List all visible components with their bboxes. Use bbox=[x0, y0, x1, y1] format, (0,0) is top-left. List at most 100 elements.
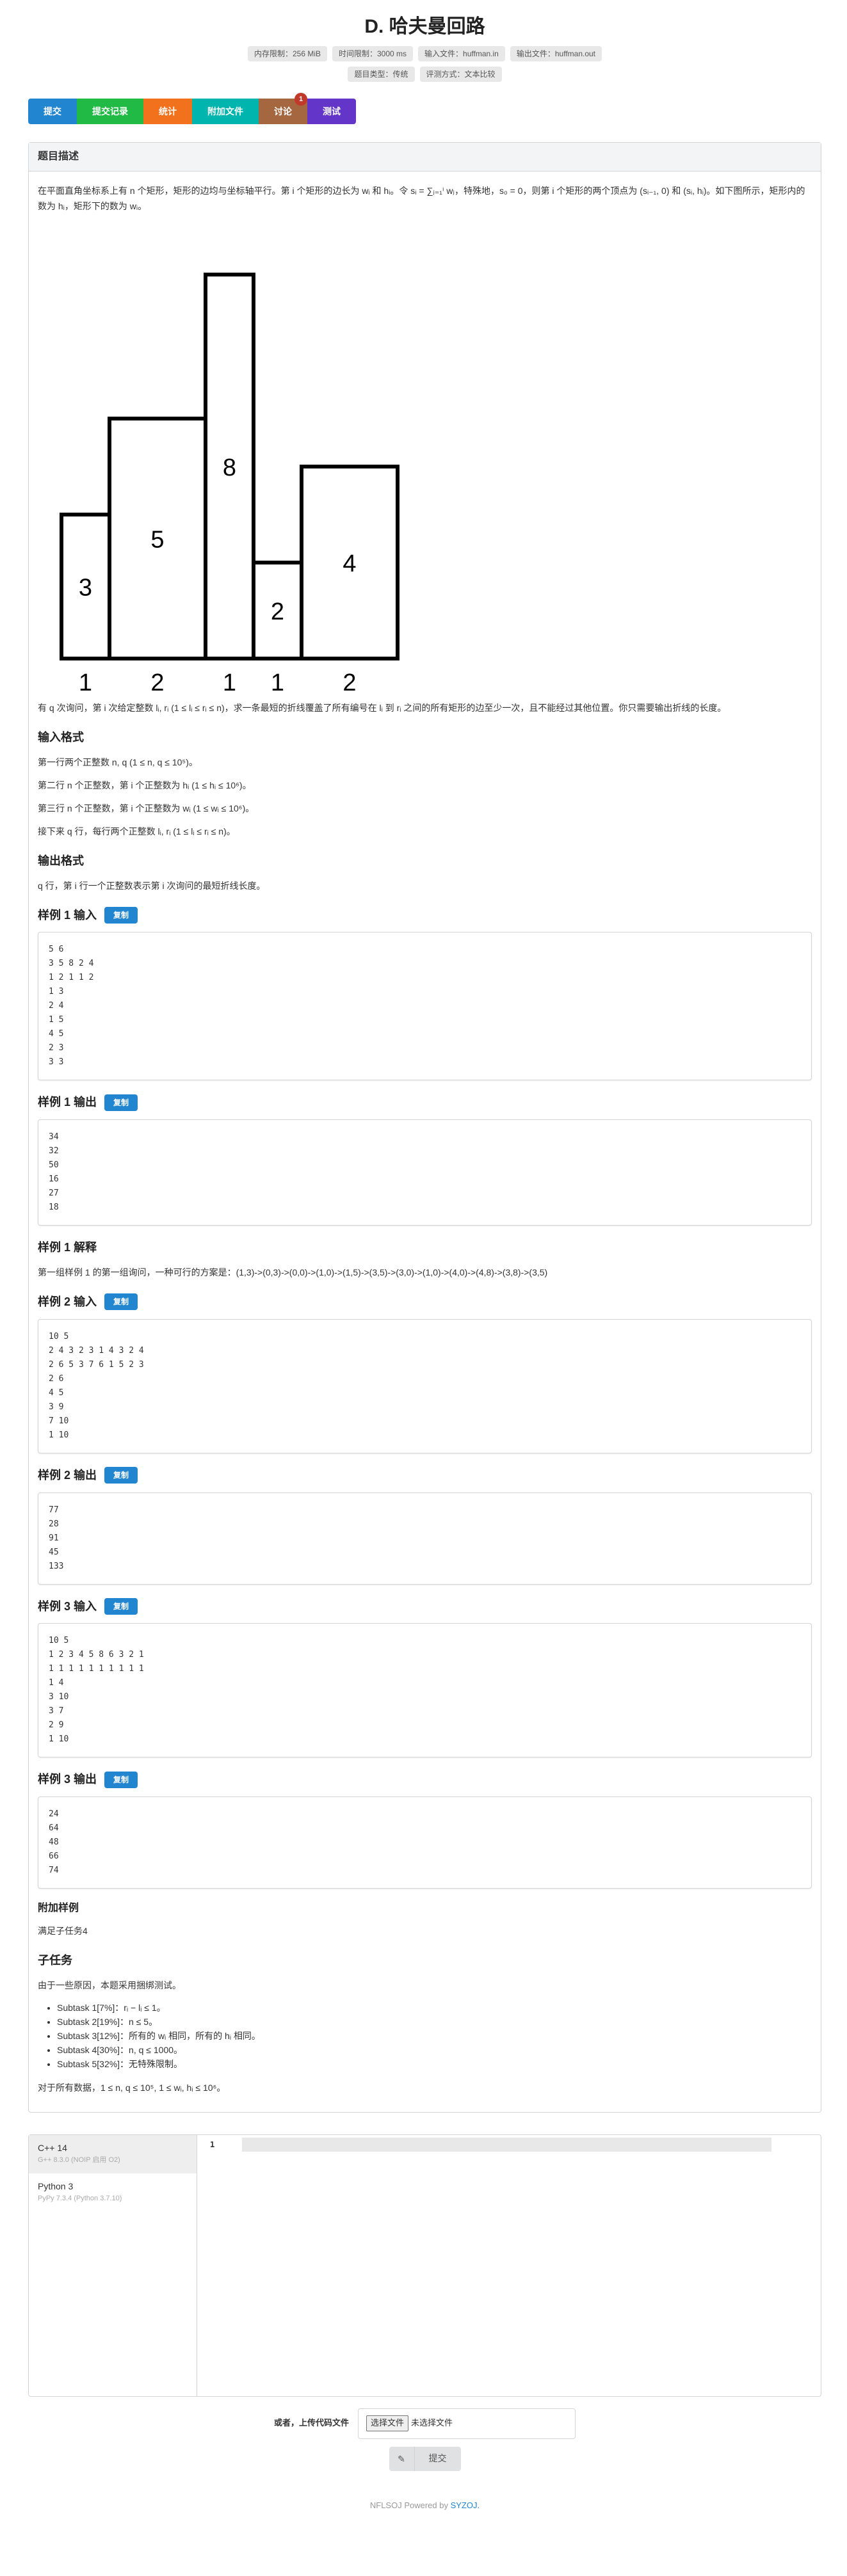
page: D. 哈夫曼回路 内存限制：256 MiB 时间限制：3000 ms 输入文件：hu… bbox=[28, 14, 821, 2512]
sample-1-output-title: 样例 1 输出 bbox=[38, 1096, 97, 1109]
submissions-button[interactable]: 提交记录 bbox=[77, 99, 143, 124]
sample-3-output-title: 样例 3 输出 bbox=[38, 1773, 97, 1786]
choose-file-button[interactable]: 选择文件 bbox=[366, 2415, 409, 2431]
input-line-4: 接下来 q 行，每行两个正整数 lᵢ, rᵢ (1 ≤ lᵢ ≤ rᵢ ≤ n)… bbox=[38, 826, 236, 836]
rectangles-svg: 3 1 5 2 8 1 2 1 4 2 bbox=[60, 273, 399, 696]
language-version: PyPy 7.3.4 (Python 3.7.10) bbox=[38, 2194, 122, 2202]
discussion-button[interactable]: 讨论 1 bbox=[259, 93, 307, 124]
rectangle-width-label: 1 bbox=[271, 669, 284, 692]
subtask-list: Subtask 1[7%]：rᵢ − lᵢ ≤ 1。 Subtask 2[19%… bbox=[57, 2001, 812, 2071]
subtask-item: Subtask 3[12%]：所有的 wᵢ 相同，所有的 hᵢ 相同。 bbox=[57, 2029, 812, 2043]
rectangle-width-label: 1 bbox=[223, 669, 236, 692]
sample-1-output-heading: 样例 1 输出 复制 bbox=[38, 1093, 812, 1112]
edit-icon: ✎ bbox=[389, 2446, 415, 2471]
discussion-button-label: 讨论 bbox=[274, 106, 292, 116]
subtask-item: Subtask 4[30%]：n, q ≤ 1000。 bbox=[57, 2043, 812, 2057]
language-option-python3[interactable]: Python 3 PyPy 7.3.4 (Python 3.7.10) bbox=[29, 2173, 197, 2212]
sample-3-input-code: 10 5 1 2 3 4 5 8 6 3 2 1 1 1 1 1 1 1 1 1… bbox=[38, 1623, 812, 1758]
output-line: q 行，第 i 行一个正整数表示第 i 次询问的最短折线长度。 bbox=[38, 880, 266, 891]
file-input[interactable]: 选择文件 未选择文件 bbox=[358, 2408, 576, 2439]
output-file-label: 输出文件：huffman.out bbox=[510, 46, 602, 61]
language-option-cpp14[interactable]: C++ 14 G++ 8.3.0 (NOIP 启用 O2) bbox=[29, 2134, 197, 2173]
upload-label: 或者，上传代码文件 bbox=[273, 2418, 349, 2428]
code-input-area[interactable]: 1 bbox=[197, 2135, 821, 2396]
input-line-3: 第三行 n 个正整数，第 i 个正整数为 wᵢ (1 ≤ wᵢ ≤ 10⁶)。 bbox=[38, 803, 255, 813]
language-name: C++ 14 bbox=[38, 2142, 67, 2153]
rectangle-height-label: 8 bbox=[223, 454, 236, 481]
footer: NFLSOJ Powered by SYZOJ. bbox=[28, 2499, 821, 2513]
rectangles-figure: 3 1 5 2 8 1 2 1 4 2 bbox=[38, 232, 812, 696]
syzoj-link[interactable]: SYZOJ. bbox=[451, 2500, 480, 2510]
sample-3-input-heading: 样例 3 输入 复制 bbox=[38, 1597, 812, 1616]
language-list: C++ 14 G++ 8.3.0 (NOIP 启用 O2) Python 3 P… bbox=[29, 2134, 197, 2396]
rectangle-width-label: 2 bbox=[343, 669, 356, 692]
rectangle-height-label: 2 bbox=[271, 598, 284, 625]
memory-limit-label: 内存限制：256 MiB bbox=[247, 46, 327, 61]
copy-button[interactable]: 复制 bbox=[104, 1467, 138, 1484]
intro-text: 在平面直角坐标系上有 n 个矩形，矩形的边均与坐标轴平行。第 i 个矩形的边长为… bbox=[38, 186, 805, 211]
problem-type-label: 题目类型：传统 bbox=[348, 67, 415, 82]
copy-button[interactable]: 复制 bbox=[104, 1597, 138, 1615]
output-format-heading: 输出格式 bbox=[38, 854, 84, 867]
time-limit-label: 时间限制：3000 ms bbox=[332, 46, 414, 61]
code-editor-panel: C++ 14 G++ 8.3.0 (NOIP 启用 O2) Python 3 P… bbox=[28, 2134, 821, 2397]
sample-3-input-title: 样例 3 输入 bbox=[38, 1599, 97, 1613]
sample-2-input-title: 样例 2 输入 bbox=[38, 1295, 97, 1308]
sample-1-explain-heading: 样例 1 解释 bbox=[38, 1241, 97, 1254]
sample-1-input-code: 5 6 3 5 8 2 4 1 2 1 1 2 1 3 2 4 1 5 4 5 … bbox=[38, 932, 812, 1081]
sample-1-input-title: 样例 1 输入 bbox=[38, 908, 97, 922]
subtask-item: Subtask 1[7%]：rᵢ − lᵢ ≤ 1。 bbox=[57, 2001, 812, 2015]
action-button-bar: 提交 提交记录 统计 附加文件 讨论 1 测试 bbox=[28, 93, 821, 124]
language-name: Python 3 bbox=[38, 2180, 74, 2191]
current-line-highlight bbox=[242, 2137, 771, 2152]
problem-title: D. 哈夫曼回路 bbox=[364, 16, 485, 37]
sample-2-input-code: 10 5 2 4 3 2 3 1 4 3 2 4 2 6 5 3 7 6 1 5… bbox=[38, 1318, 812, 1453]
sample-1-input-heading: 样例 1 输入 复制 bbox=[38, 906, 812, 925]
input-file-label: 输入文件：huffman.in bbox=[418, 46, 505, 61]
extra-sample-text: 满足子任务4 bbox=[38, 1925, 88, 1936]
no-file-text: 未选择文件 bbox=[411, 2418, 453, 2428]
submit-button[interactable]: 提交 bbox=[28, 99, 77, 124]
line-number: 1 bbox=[210, 2140, 215, 2149]
query-text: 有 q 次询问，第 i 次给定整数 lᵢ, rᵢ (1 ≤ lᵢ ≤ rᵢ ≤ … bbox=[38, 703, 727, 713]
subtask-item: Subtask 5[32%]：无特殊限制。 bbox=[57, 2057, 812, 2071]
test-button[interactable]: 测试 bbox=[307, 99, 356, 124]
subtask-intro: 由于一些原因，本题采用捆绑测试。 bbox=[38, 1980, 181, 1990]
problem-labels: 内存限制：256 MiB 时间限制：3000 ms 输入文件：huffman.in 输… bbox=[28, 46, 821, 87]
language-version: G++ 8.3.0 (NOIP 启用 O2) bbox=[38, 2156, 120, 2164]
copy-button[interactable]: 复制 bbox=[104, 1094, 138, 1111]
submit-code-button[interactable]: ✎ 提交 bbox=[389, 2446, 461, 2471]
copy-button[interactable]: 复制 bbox=[104, 1771, 138, 1788]
extra-sample-heading: 附加样例 bbox=[38, 1903, 79, 1914]
rectangle-width-label: 2 bbox=[150, 669, 164, 692]
upload-row: 或者，上传代码文件 选择文件 未选择文件 bbox=[28, 2408, 821, 2439]
sample-3-output-heading: 样例 3 输出 复制 bbox=[38, 1770, 812, 1789]
sample-2-output-title: 样例 2 输出 bbox=[38, 1468, 97, 1482]
sample-1-explain-text: 第一组样例 1 的第一组询问，一种可行的方案是：(1,3)->(0,3)->(0… bbox=[38, 1267, 548, 1277]
problem-panel: 题目描述 在平面直角坐标系上有 n 个矩形，矩形的边均与坐标轴平行。第 i 个矩… bbox=[28, 142, 821, 2113]
sample-3-output-code: 24 64 48 66 74 bbox=[38, 1796, 812, 1889]
sample-2-output-code: 77 28 91 45 133 bbox=[38, 1492, 812, 1585]
input-format-heading: 输入格式 bbox=[38, 731, 84, 744]
discussion-count-badge: 1 bbox=[294, 93, 307, 106]
rectangle-height-label: 4 bbox=[343, 550, 356, 577]
sample-2-input-heading: 样例 2 输入 复制 bbox=[38, 1293, 812, 1311]
submit-code-label: 提交 bbox=[428, 2453, 447, 2464]
attachments-button[interactable]: 附加文件 bbox=[192, 99, 259, 124]
panel-title: 题目描述 bbox=[29, 143, 821, 172]
copy-button[interactable]: 复制 bbox=[104, 906, 138, 924]
sample-1-output-code: 34 32 50 16 27 18 bbox=[38, 1119, 812, 1226]
rectangle-height-label: 3 bbox=[79, 575, 92, 602]
rectangle-height-label: 5 bbox=[150, 527, 164, 554]
data-range-text: 对于所有数据，1 ≤ n, q ≤ 10⁵, 1 ≤ wᵢ, hᵢ ≤ 10⁶。 bbox=[38, 2082, 226, 2093]
statistics-button[interactable]: 统计 bbox=[143, 99, 192, 124]
footer-text: NFLSOJ Powered by bbox=[369, 2500, 451, 2510]
input-line-1: 第一行两个正整数 n, q (1 ≤ n, q ≤ 10⁵)。 bbox=[38, 756, 198, 767]
input-line-2: 第二行 n 个正整数，第 i 个正整数为 hᵢ (1 ≤ hᵢ ≤ 10⁶)。 bbox=[38, 780, 252, 790]
subtask-item: Subtask 2[19%]：n ≤ 5。 bbox=[57, 2015, 812, 2029]
subtask-heading: 子任务 bbox=[38, 1953, 72, 1967]
copy-button[interactable]: 复制 bbox=[104, 1293, 138, 1311]
judge-method-label: 评测方式：文本比较 bbox=[419, 67, 502, 82]
rectangle-width-label: 1 bbox=[79, 669, 92, 692]
sample-2-output-heading: 样例 2 输出 复制 bbox=[38, 1466, 812, 1485]
